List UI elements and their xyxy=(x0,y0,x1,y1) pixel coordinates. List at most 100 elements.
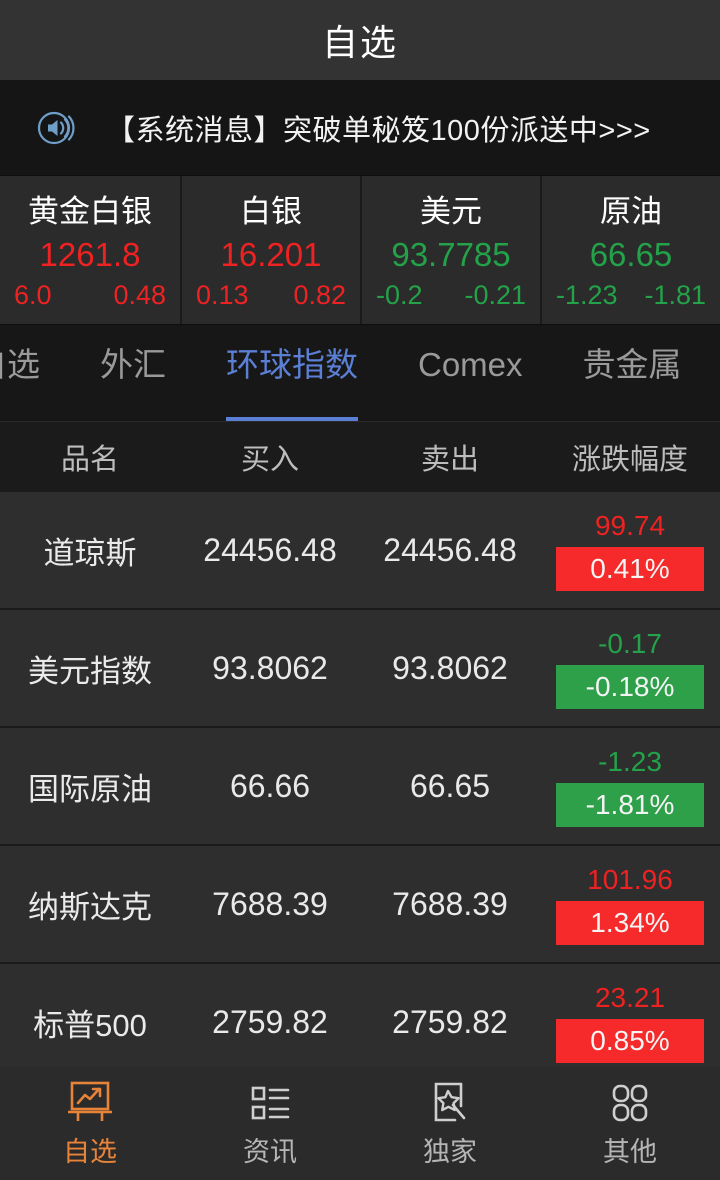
tab-comex[interactable]: Comex xyxy=(388,325,553,421)
ticker-price: 93.7785 xyxy=(391,236,511,273)
row-instrument-name: 纳斯达克 xyxy=(28,889,152,925)
tab-underline xyxy=(583,417,682,421)
table-row[interactable]: 国际原油 66.66 66.65 -1.23 -1.81% xyxy=(0,728,720,846)
table-header-row: 品名 买入 卖出 涨跌幅度 xyxy=(0,422,720,492)
row-sell-price: 2759.82 xyxy=(392,1003,508,1040)
row-change-group: 23.21 0.85% xyxy=(540,981,720,1063)
row-instrument-name: 美元指数 xyxy=(28,653,152,689)
column-header-buy[interactable]: 买入 xyxy=(180,436,360,478)
row-buy-price: 2759.82 xyxy=(212,1003,328,1040)
tab-huanqiuzhishu[interactable]: 环球指数 xyxy=(196,325,388,421)
tab-label: 环球指数 xyxy=(226,346,358,383)
ticker-change-pct: 0.48 xyxy=(113,280,166,310)
notice-bar[interactable]: 【系统消息】突破单秘笈100份派送中>>> xyxy=(0,80,720,175)
ticker-changes: -0.2 -0.21 xyxy=(362,277,540,313)
ticker-name: 白银 xyxy=(240,194,302,229)
row-sell-price: 93.8062 xyxy=(392,649,508,686)
column-header-change[interactable]: 涨跌幅度 xyxy=(540,436,720,478)
row-change-group: -0.17 -0.18% xyxy=(540,627,720,709)
row-change-percent-badge: 0.85% xyxy=(556,1019,704,1063)
list-icon xyxy=(245,1078,295,1130)
nav-label: 独家 xyxy=(423,1137,477,1167)
tab-label: 自选 xyxy=(0,346,40,383)
row-instrument-name: 标普500 xyxy=(33,1007,147,1043)
tab-underline xyxy=(418,417,523,421)
notice-text: 【系统消息】突破单秘笈100份派送中>>> xyxy=(106,114,651,147)
chart-board-icon xyxy=(65,1078,115,1130)
row-change-group: -1.23 -1.81% xyxy=(540,745,720,827)
row-sell-price: 66.65 xyxy=(409,767,491,804)
ticker-change-pct: -1.81 xyxy=(644,280,706,310)
tab-waihui[interactable]: 外汇 xyxy=(70,325,196,421)
row-change-percent-badge: -0.18% xyxy=(556,665,704,709)
ticker-card[interactable]: 黄金白银 1261.8 6.0 0.48 xyxy=(0,176,180,324)
tab-label: Comex xyxy=(418,346,523,383)
row-instrument-name: 道琼斯 xyxy=(43,535,137,571)
row-change-percent-badge: -1.81% xyxy=(556,783,704,827)
row-sell-price: 7688.39 xyxy=(392,885,508,922)
ticker-card[interactable]: 白银 16.201 0.13 0.82 xyxy=(180,176,360,324)
tab-underline xyxy=(0,417,40,421)
row-change-absolute: 99.74 xyxy=(594,510,666,541)
row-buy-price: 93.8062 xyxy=(212,649,328,686)
ticker-changes: 6.0 0.48 xyxy=(0,277,180,313)
row-change-percent-badge: 0.41% xyxy=(556,547,704,591)
ticker-change-abs: 6.0 xyxy=(14,280,52,310)
grid-icon xyxy=(605,1078,655,1130)
page-title: 自选 xyxy=(321,22,398,63)
star-frame-icon xyxy=(425,1078,475,1130)
speaker-icon xyxy=(34,105,80,151)
row-change-absolute: -1.23 xyxy=(598,746,662,777)
table-row[interactable]: 纳斯达克 7688.39 7688.39 101.96 1.34% xyxy=(0,846,720,964)
title-bar: 自选 xyxy=(0,0,720,80)
tab-label: 外汇 xyxy=(100,346,166,383)
ticker-changes: -1.23 -1.81 xyxy=(542,277,720,313)
table-row[interactable]: 美元指数 93.8062 93.8062 -0.17 -0.18% xyxy=(0,610,720,728)
row-change-group: 99.74 0.41% xyxy=(540,509,720,591)
ticker-changes: 0.13 0.82 xyxy=(182,277,360,313)
row-change-absolute: 101.96 xyxy=(587,864,673,895)
ticker-name: 黄金白银 xyxy=(28,194,152,229)
row-sell-price: 24456.48 xyxy=(383,531,517,568)
row-change-absolute: -0.17 xyxy=(598,628,662,659)
row-change-percent-badge: 1.34% xyxy=(556,901,704,945)
nav-item-dujia[interactable]: 独家 xyxy=(360,1078,540,1168)
column-header-sell[interactable]: 卖出 xyxy=(360,436,540,478)
column-header-name[interactable]: 品名 xyxy=(0,436,180,478)
ticker-strip: 黄金白银 1261.8 6.0 0.48 白银 16.201 0.13 0.82… xyxy=(0,175,720,325)
row-change-group: 101.96 1.34% xyxy=(540,863,720,945)
nav-label: 其他 xyxy=(603,1137,657,1167)
tab-underline xyxy=(226,417,358,421)
ticker-change-abs: 0.13 xyxy=(196,280,249,310)
row-buy-price: 66.66 xyxy=(229,767,311,804)
ticker-price: 1261.8 xyxy=(39,236,141,273)
table-row[interactable]: 道琼斯 24456.48 24456.48 99.74 0.41% xyxy=(0,492,720,610)
tab-zixuan[interactable]: 自选 xyxy=(0,325,70,421)
ticker-price: 66.65 xyxy=(589,236,673,273)
category-tab-bar[interactable]: 自选 外汇 环球指数 Comex 贵金属 xyxy=(0,325,720,422)
tab-underline xyxy=(100,417,166,421)
nav-label: 资讯 xyxy=(243,1137,297,1167)
tab-guijinshu[interactable]: 贵金属 xyxy=(553,325,712,421)
row-change-absolute: 23.21 xyxy=(594,982,666,1013)
ticker-name: 原油 xyxy=(600,194,662,229)
bottom-navigation-bar: 自选 资讯 独家 其他 xyxy=(0,1066,720,1180)
row-buy-price: 7688.39 xyxy=(212,885,328,922)
ticker-card[interactable]: 原油 66.65 -1.23 -1.81 xyxy=(540,176,720,324)
ticker-price: 16.201 xyxy=(220,236,322,273)
ticker-change-abs: -1.23 xyxy=(556,280,618,310)
app-screen: 自选 【系统消息】突破单秘笈100份派送中>>> 黄金白银 1261.8 6.0… xyxy=(0,0,720,1180)
table-row[interactable]: 标普500 2759.82 2759.82 23.21 0.85% xyxy=(0,964,720,1082)
nav-item-zixun[interactable]: 资讯 xyxy=(180,1078,360,1168)
tab-label: 贵金属 xyxy=(582,346,682,383)
nav-label: 自选 xyxy=(63,1137,117,1167)
nav-item-qita[interactable]: 其他 xyxy=(540,1078,720,1168)
row-instrument-name: 国际原油 xyxy=(28,771,152,807)
ticker-card[interactable]: 美元 93.7785 -0.2 -0.21 xyxy=(360,176,540,324)
ticker-change-pct: 0.82 xyxy=(293,280,346,310)
ticker-name: 美元 xyxy=(420,194,482,229)
ticker-change-pct: -0.21 xyxy=(464,280,526,310)
ticker-change-abs: -0.2 xyxy=(376,280,423,310)
nav-item-zixuan[interactable]: 自选 xyxy=(0,1078,180,1168)
row-buy-price: 24456.48 xyxy=(203,531,337,568)
